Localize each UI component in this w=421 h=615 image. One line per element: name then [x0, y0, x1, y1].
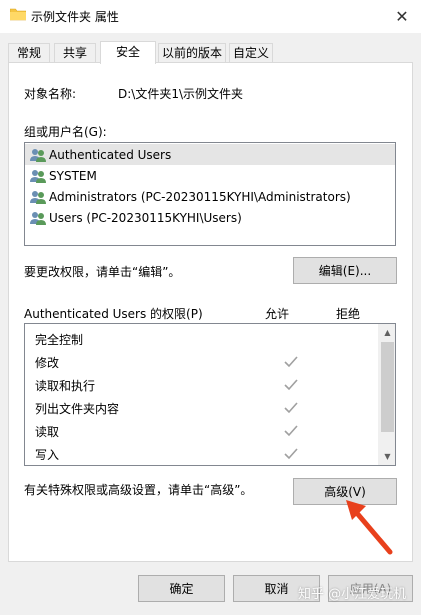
advanced-hint: 有关特殊权限或高级设置，请单击“高级”。	[24, 483, 253, 497]
permissions-label: Authenticated Users 的权限(P)	[24, 307, 203, 321]
user-group-icon	[30, 211, 46, 225]
user-group-icon	[30, 169, 46, 183]
users-listbox[interactable]: Authenticated Users SYSTEM Administrator…	[24, 142, 396, 246]
table-row: 读取	[35, 420, 385, 443]
list-item[interactable]: SYSTEM	[25, 165, 395, 186]
allow-header: 允许	[265, 307, 290, 321]
window-title: 示例文件夹 属性	[31, 10, 119, 24]
check-icon	[284, 356, 298, 368]
security-panel: 对象名称: D:\文件夹1\示例文件夹 组或用户名(G): Authentica…	[8, 62, 413, 562]
red-arrow-annotation	[346, 500, 393, 555]
table-row: 修改	[35, 351, 385, 374]
check-icon	[284, 448, 298, 460]
permissions-scrollbar[interactable]: ▲ ▼	[378, 324, 395, 465]
folder-icon	[10, 8, 26, 21]
edit-hint: 要更改权限，请单击“编辑”。	[24, 265, 181, 279]
table-row: 写入	[35, 443, 385, 466]
title-bar: 示例文件夹 属性 ✕	[0, 0, 421, 33]
edit-button[interactable]: 编辑(E)...	[293, 257, 397, 284]
table-row: 列出文件夹内容	[35, 397, 385, 420]
table-row: 读取和执行	[35, 374, 385, 397]
object-name-label: 对象名称:	[24, 87, 77, 101]
list-item[interactable]: Administrators (PC-20230115KYHI\Administ…	[25, 186, 395, 207]
list-item[interactable]: Authenticated Users	[25, 144, 395, 165]
check-icon	[284, 402, 298, 414]
groups-label: 组或用户名(G):	[24, 125, 107, 139]
tab-security[interactable]: 安全	[100, 41, 156, 64]
list-item[interactable]: Users (PC-20230115KYHI\Users)	[25, 207, 395, 228]
permissions-list[interactable]: 完全控制 修改 读取和执行 列出文件夹内容 读取 写入 ▲ ▼	[24, 323, 396, 466]
deny-header: 拒绝	[336, 307, 361, 321]
scroll-thumb[interactable]	[381, 342, 394, 432]
tab-general[interactable]: 常规	[8, 43, 50, 63]
scroll-up-icon[interactable]: ▲	[379, 324, 396, 341]
table-row: 完全控制	[35, 333, 84, 347]
ok-button[interactable]: 确定	[138, 575, 225, 602]
tab-previous-versions[interactable]: 以前的版本	[158, 43, 226, 63]
close-button[interactable]: ✕	[388, 4, 416, 28]
tab-strip: 常规 共享 安全 以前的版本 自定义	[8, 41, 413, 64]
scroll-down-icon[interactable]: ▼	[379, 448, 396, 465]
user-group-icon	[30, 148, 46, 162]
tab-customize[interactable]: 自定义	[229, 43, 273, 63]
tab-sharing[interactable]: 共享	[54, 43, 96, 63]
check-icon	[284, 425, 298, 437]
object-name-value: D:\文件夹1\示例文件夹	[118, 87, 244, 101]
check-icon	[284, 379, 298, 391]
close-icon: ✕	[395, 6, 409, 26]
user-group-icon	[30, 190, 46, 204]
watermark: 知乎 @小江爱玩机	[298, 587, 407, 602]
